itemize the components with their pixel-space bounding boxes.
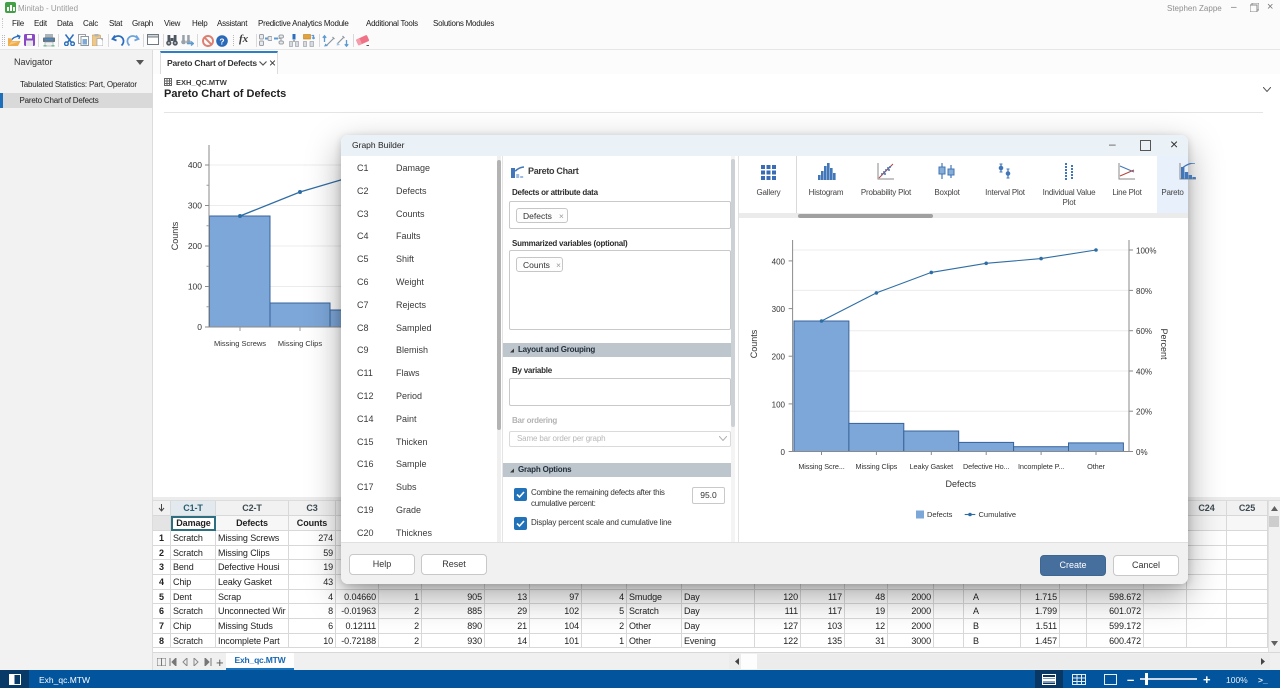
svg-text:100%: 100% <box>1136 247 1156 256</box>
svg-text:Cumulative: Cumulative <box>979 510 1017 519</box>
svg-text:200: 200 <box>188 241 202 251</box>
svg-text:20%: 20% <box>1136 408 1152 417</box>
svg-text:Incomplete P...: Incomplete P... <box>1018 462 1064 471</box>
svg-text:200: 200 <box>772 353 786 362</box>
svg-text:Defective Ho...: Defective Ho... <box>963 462 1009 471</box>
svg-text:400: 400 <box>772 257 786 266</box>
svg-text:Missing Scre...: Missing Scre... <box>798 462 844 471</box>
svg-text:Missing Screws: Missing Screws <box>214 339 266 348</box>
svg-text:400: 400 <box>188 160 202 170</box>
svg-text:Missing Clips: Missing Clips <box>278 339 322 348</box>
svg-text:40%: 40% <box>1136 368 1152 377</box>
svg-text:300: 300 <box>772 305 786 314</box>
svg-text:Counts: Counts <box>170 221 180 250</box>
svg-text:300: 300 <box>188 201 202 211</box>
svg-text:0%: 0% <box>1136 448 1148 457</box>
svg-text:?: ? <box>219 36 224 46</box>
svg-text:Leaky Gasket: Leaky Gasket <box>910 462 953 471</box>
svg-text:Other: Other <box>1087 462 1105 471</box>
svg-text:Counts: Counts <box>749 329 759 358</box>
svg-text:0: 0 <box>781 448 786 457</box>
svg-text:0: 0 <box>197 322 202 332</box>
svg-text:100: 100 <box>188 282 202 292</box>
svg-text:Percent: Percent <box>1159 328 1169 360</box>
svg-text:60%: 60% <box>1136 327 1152 336</box>
svg-text:Defects: Defects <box>946 479 977 489</box>
svg-text:100: 100 <box>772 400 786 409</box>
svg-text:Missing Clips: Missing Clips <box>856 462 898 471</box>
svg-text:Defects: Defects <box>927 510 953 519</box>
svg-text:80%: 80% <box>1136 287 1152 296</box>
